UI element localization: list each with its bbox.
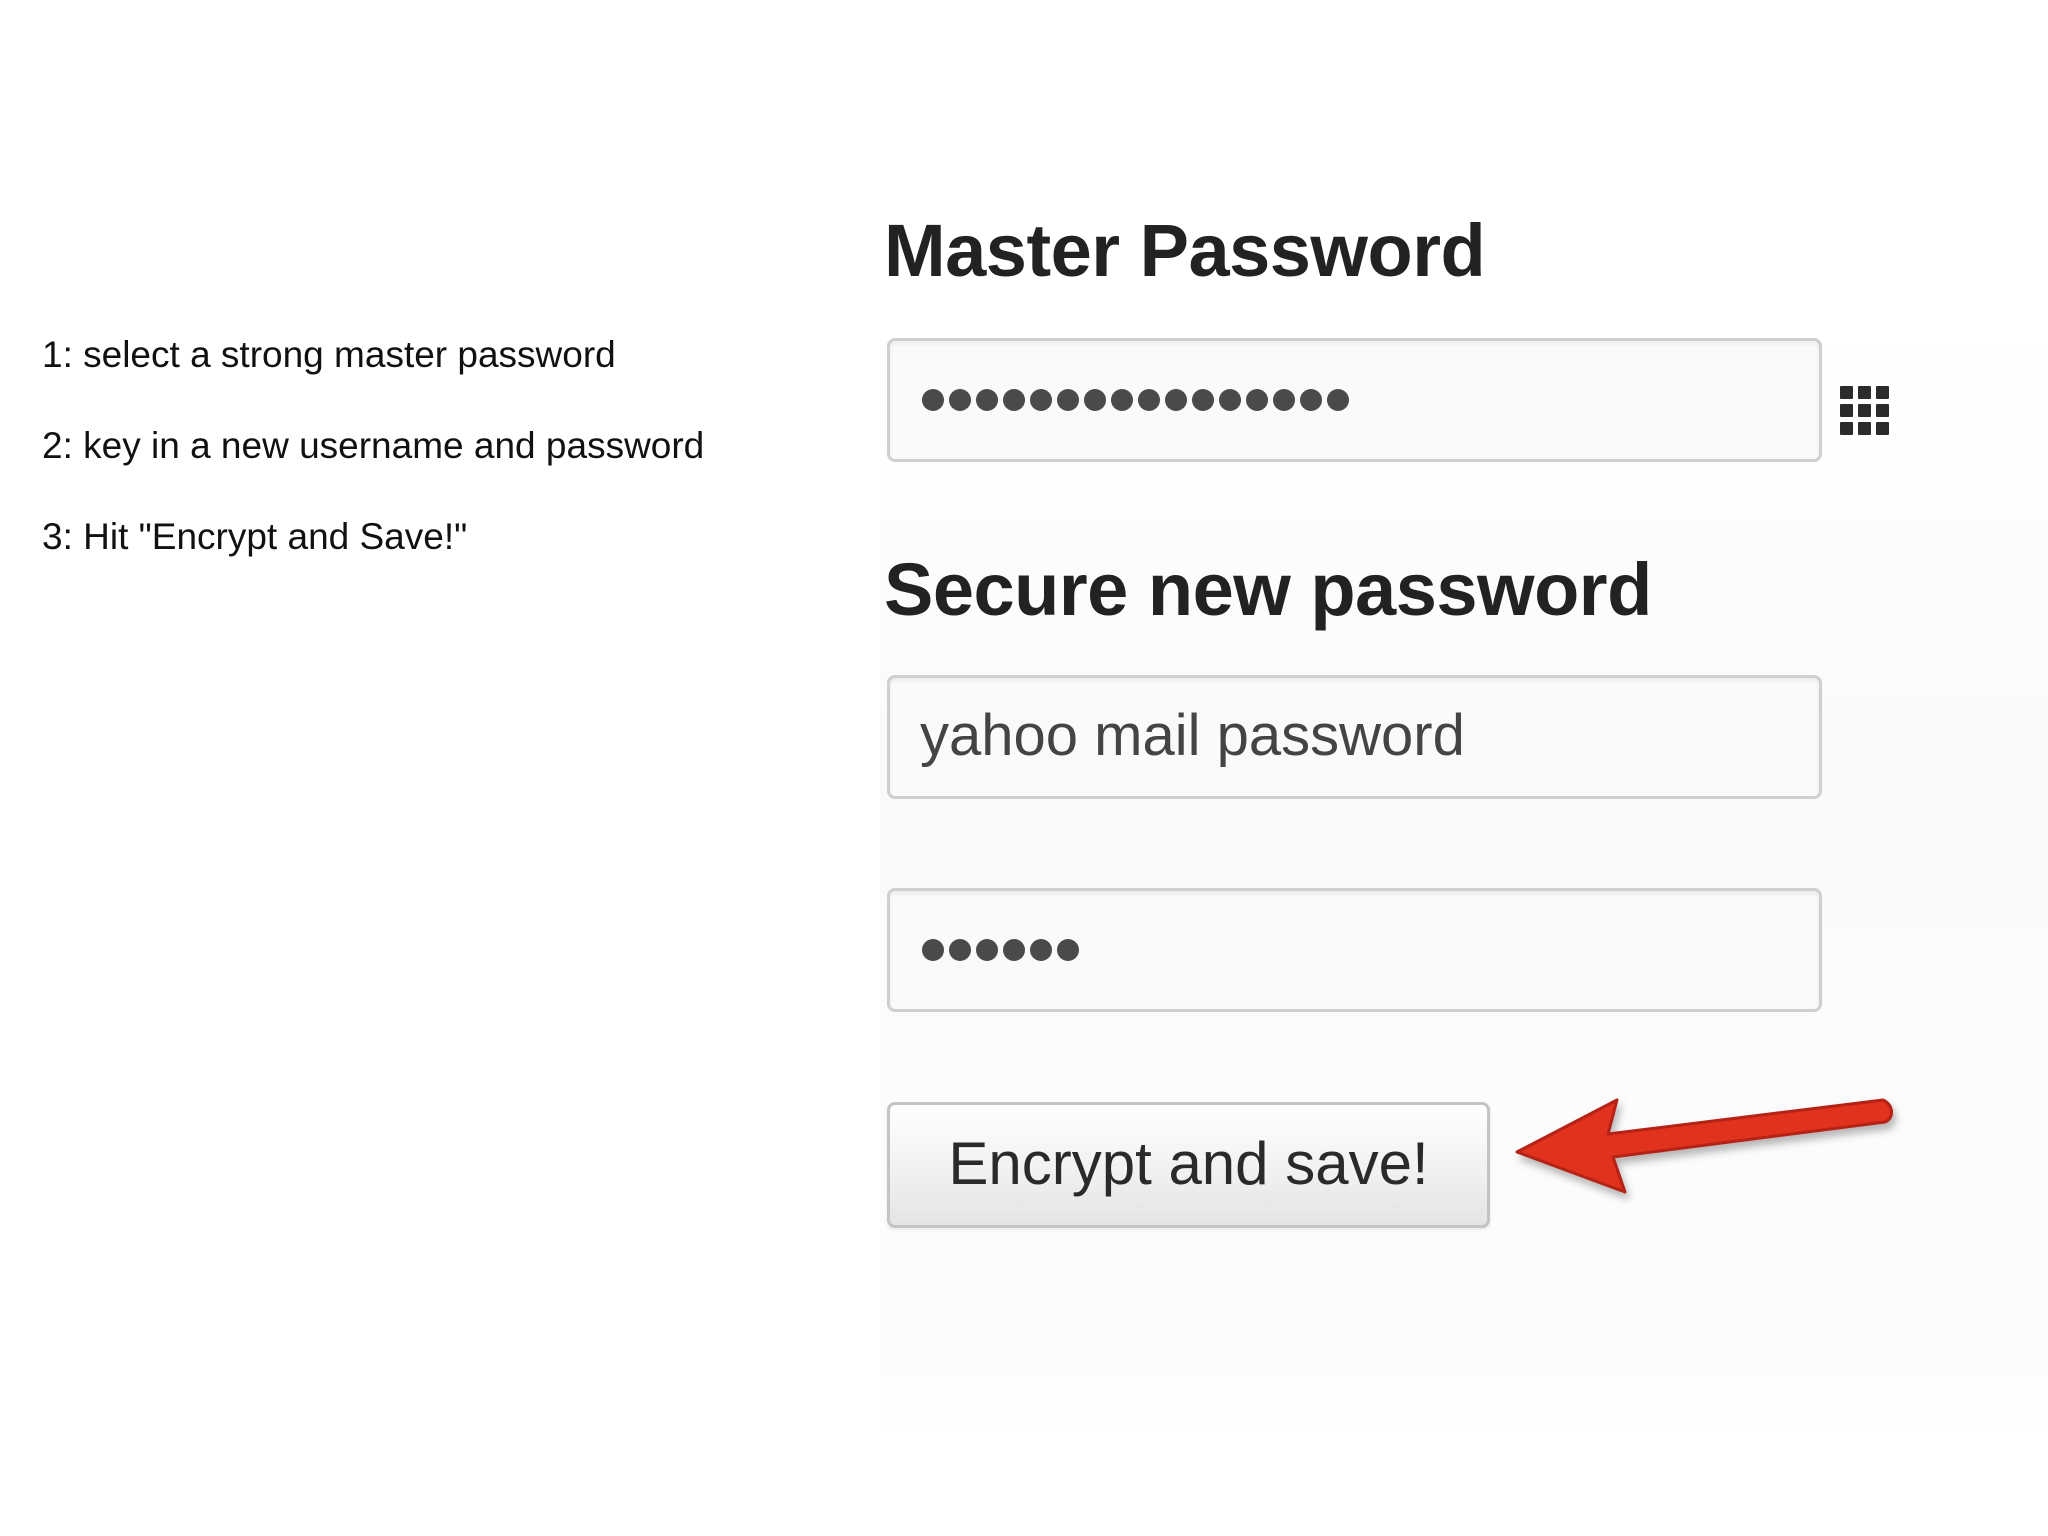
mask-dot bbox=[1084, 389, 1106, 411]
mask-dot bbox=[1246, 389, 1268, 411]
mask-dot bbox=[1165, 389, 1187, 411]
mask-dot bbox=[1057, 939, 1079, 961]
mask-dot bbox=[1111, 389, 1133, 411]
entry-name-value: yahoo mail password bbox=[920, 703, 1465, 769]
mask-dot bbox=[976, 389, 998, 411]
mask-dot bbox=[1219, 389, 1241, 411]
screenshot-backdrop bbox=[880, 320, 2048, 1430]
mask-dot bbox=[1003, 939, 1025, 961]
mask-dot bbox=[1300, 389, 1322, 411]
new-password-field[interactable] bbox=[887, 888, 1822, 1012]
red-arrow-annotation bbox=[1515, 1098, 1893, 1194]
mask-dot bbox=[1057, 389, 1079, 411]
entry-name-field[interactable]: yahoo mail password bbox=[887, 675, 1822, 799]
mask-dot bbox=[922, 389, 944, 411]
mask-dot bbox=[1138, 389, 1160, 411]
tutorial-page: 1: select a strong master password 2: ke… bbox=[0, 0, 2048, 1536]
mask-dot bbox=[1003, 389, 1025, 411]
step-1: 1: select a strong master password bbox=[42, 334, 616, 375]
mask-dot bbox=[1030, 939, 1052, 961]
mask-dot bbox=[1030, 389, 1052, 411]
secure-new-password-heading: Secure new password bbox=[884, 548, 1652, 631]
step-2: 2: key in a new username and password bbox=[42, 425, 705, 466]
mask-dot bbox=[976, 939, 998, 961]
mask-dot bbox=[1327, 389, 1349, 411]
encrypt-and-save-button[interactable]: Encrypt and save! bbox=[887, 1102, 1490, 1228]
master-password-mask bbox=[922, 389, 1349, 411]
mask-dot bbox=[1273, 389, 1295, 411]
mask-dot bbox=[1192, 389, 1214, 411]
mask-dot bbox=[949, 939, 971, 961]
keypad-grid-icon[interactable] bbox=[1840, 386, 1890, 436]
instruction-steps: 1: select a strong master password 2: ke… bbox=[42, 332, 704, 605]
mask-dot bbox=[922, 939, 944, 961]
master-password-field[interactable] bbox=[887, 338, 1822, 462]
master-password-heading: Master Password bbox=[884, 209, 1486, 292]
new-password-mask bbox=[922, 939, 1079, 961]
step-3: 3: Hit "Encrypt and Save!" bbox=[42, 516, 468, 557]
mask-dot bbox=[949, 389, 971, 411]
